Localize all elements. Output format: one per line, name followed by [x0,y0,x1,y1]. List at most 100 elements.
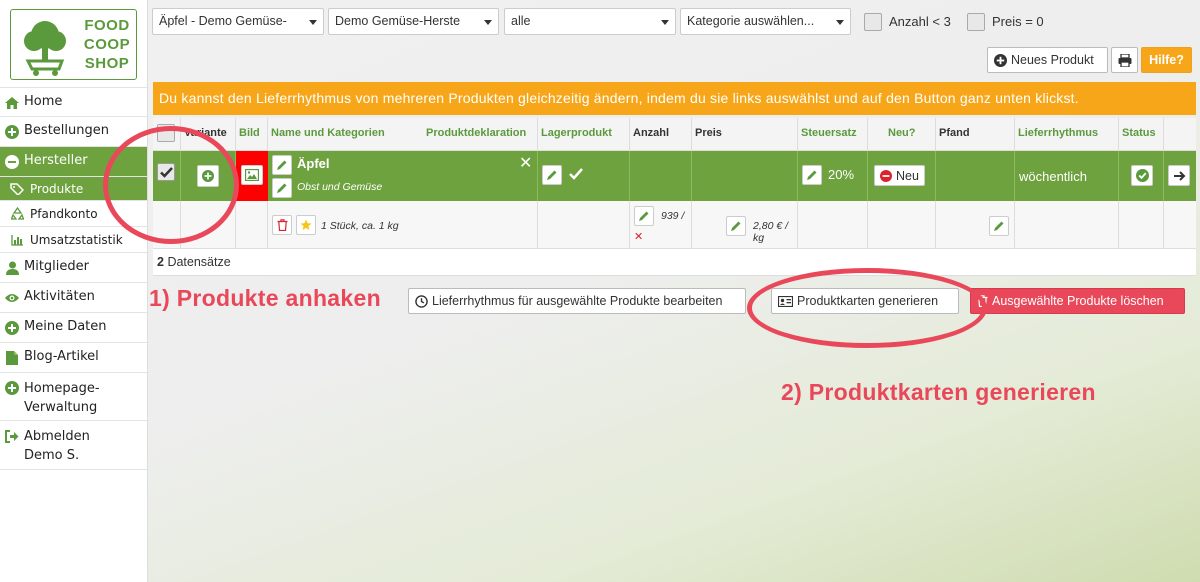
sidebar: FOOD COOP SHOP Home Bestellungen Herstel… [0,0,148,582]
preis-checkbox-label: Preis = 0 [992,14,1044,29]
sidebar-item-label: Pfandkonto [30,206,98,221]
close-icon[interactable]: ✕ [519,153,532,172]
logo-line: SHOP [84,55,130,72]
delete-variant-button[interactable] [272,215,292,235]
status-cell [1119,151,1164,201]
annotation-circle-checkbox [103,126,239,244]
default-variant-button[interactable] [296,215,316,235]
col-status: Status [1119,118,1164,150]
help-button[interactable]: Hilfe? [1141,47,1192,73]
user-icon [4,260,20,276]
col-steuersatz: Steuersatz [798,118,868,150]
sidebar-item-home[interactable]: Home [0,87,147,117]
sidebar-item-abmelden[interactable]: Abmelden Demo S. [0,421,147,470]
pencil-icon [547,170,557,180]
col-bild: Bild [236,118,268,150]
edit-stock-button[interactable] [542,165,562,185]
sidebar-item-label: Bestellungen [24,123,109,138]
minus-circle-icon [4,154,20,170]
bar-chart-icon [10,233,24,247]
recycle-icon [10,207,24,221]
sidebar-item-label: Hersteller [24,153,88,168]
foodcoop-logo[interactable]: FOOD COOP SHOP [10,9,137,80]
sidebar-item-label: Meine Daten [24,319,107,334]
close-icon: ✕ [634,230,644,243]
sidebar-item-label: Abmelden Demo S. [24,427,90,465]
new-product-label: Neues Produkt [1011,53,1094,67]
empty-cell [1119,201,1164,248]
sidebar-item-meine-daten[interactable]: Meine Daten [0,313,147,343]
sidebar-item-umsatzstatistik[interactable]: Umsatzstatistik [0,227,147,253]
edit-tax-button[interactable] [802,165,822,185]
sidebar-item-blog-artikel[interactable]: Blog-Artikel [0,343,147,373]
edit-name-button[interactable] [272,155,292,175]
print-icon [1118,53,1131,67]
sidebar-item-aktivitaeten[interactable]: Aktivitäten [0,283,147,313]
product-filter-select[interactable]: Äpfel - Demo Gemüse- [152,8,324,35]
logo-line: COOP [83,36,131,53]
status-filter-select[interactable]: alle [504,8,676,35]
home-icon [4,95,20,111]
edit-image-button[interactable] [241,165,263,185]
variant-amount: 939 / [661,210,685,222]
help-label: Hilfe? [1149,53,1184,67]
pencil-icon [277,183,287,193]
status-toggle-button[interactable] [1131,165,1153,186]
preis-checkbox[interactable] [967,13,985,31]
edit-delivery-rhythm-label: Lieferrhythmus für ausgewählte Produkte … [432,294,723,308]
sidebar-item-label: Umsatzstatistik [30,232,123,247]
star-icon [300,219,312,230]
sidebar-item-mitglieder[interactable]: Mitglieder [0,253,147,283]
sign-out-icon [4,428,20,444]
image-icon [245,169,259,181]
select-value: Äpfel - Demo Gemüse- [159,14,287,28]
chevron-down-icon [309,20,317,25]
sidebar-item-label: Home [24,94,63,109]
empty-cell [868,201,936,248]
edit-delivery-rhythm-button[interactable]: Lieferrhythmus für ausgewählte Produkte … [408,288,746,314]
amount-cell [630,151,692,201]
category-filter-select[interactable]: Kategorie auswählen... [680,8,851,35]
edit-deposit-button[interactable] [989,216,1009,236]
print-button[interactable] [1111,47,1138,73]
manufacturer-filter-select[interactable]: Demo Gemüse-Herste [328,8,499,35]
empty-cell [798,201,868,248]
edit-amount-button[interactable] [634,206,654,226]
edit-category-button[interactable] [272,178,292,198]
pencil-icon [994,221,1004,231]
table-row: Äpfel Obst und Gemüse ✕ 20% Neu wöchentl… [153,151,1196,201]
pencil-icon [639,211,649,221]
tree-cart-icon [24,21,66,76]
chevron-down-icon [661,20,669,25]
delete-selected-products-button[interactable]: Ausgewählte Produkte löschen [970,288,1185,314]
new-toggle-button[interactable]: Neu [874,165,925,186]
main-content: Äpfel - Demo Gemüse- Demo Gemüse-Herste … [148,0,1200,582]
delivery-rhythm-value: wöchentlich [1015,151,1119,201]
col-lagerprodukt: Lagerprodukt [538,118,630,150]
variant-deposit-cell [936,201,1015,248]
sidebar-item-label: Homepage- Verwaltung [24,379,100,417]
col-actions [1164,118,1196,150]
new-cell: Neu [868,151,936,201]
trash-icon [277,219,287,231]
col-anzahl: Anzahl [630,118,692,150]
edit-price-button[interactable] [726,216,746,236]
new-label: Neu [896,168,919,183]
delete-selected-products-label: Ausgewählte Produkte löschen [992,294,1164,308]
open-product-button[interactable] [1168,165,1190,186]
select-value: alle [511,14,531,28]
col-neu: Neu? [868,118,936,150]
chevron-down-icon [484,20,492,25]
pencil-icon [277,160,287,170]
table-header: Variante Bild Name und Kategorien Produk… [153,118,1196,151]
sidebar-item-homepage-verwaltung[interactable]: Homepage- Verwaltung [0,373,147,421]
logo-line: FOOD [84,17,130,34]
record-count-number: 2 [157,255,164,269]
select-value: Kategorie auswählen... [687,14,815,28]
arrow-right-icon [1173,170,1185,181]
new-product-button[interactable]: Neues Produkt [987,47,1108,73]
anzahl-checkbox[interactable] [864,13,882,31]
record-count-label: Datensätze [167,255,231,269]
anzahl-checkbox-label: Anzahl < 3 [889,14,951,29]
label-line: Demo S. [24,448,80,463]
